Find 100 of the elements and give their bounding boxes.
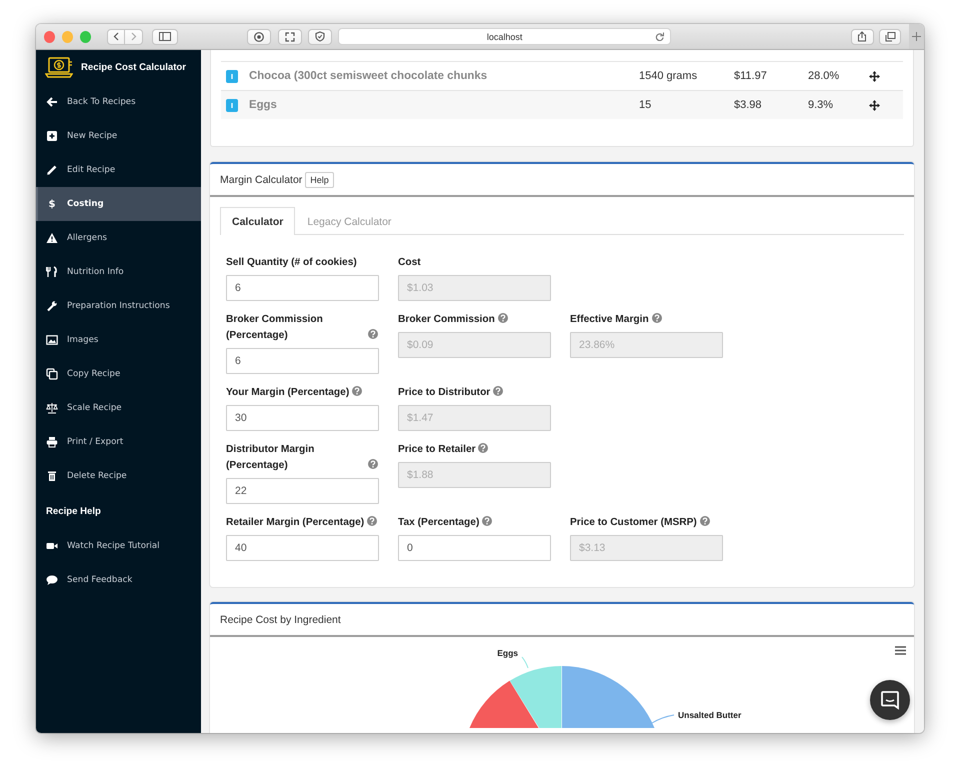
panel-title: Recipe Cost by Ingredient: [220, 614, 341, 626]
print-icon: [46, 436, 58, 448]
quantity-cell-text: 1540 grams: [639, 70, 698, 82]
wrench-icon: [46, 300, 58, 312]
sidebar-item[interactable]: Watch Recipe Tutorial: [36, 529, 201, 563]
leader-line: [522, 656, 528, 668]
help-icon[interactable]: [478, 443, 488, 453]
ingredient-icon[interactable]: [226, 98, 238, 112]
field-label: Broker Commission: [398, 313, 495, 327]
tab[interactable]: Calculator: [220, 207, 296, 235]
help-icon[interactable]: [493, 386, 504, 396]
field-label: Tax (Percentage): [398, 516, 480, 530]
pencil-icon: [46, 164, 58, 176]
share-button[interactable]: [851, 28, 874, 44]
sidebar-item[interactable]: Back To Recipes: [36, 85, 201, 119]
cost-cell-text: $11.97: [734, 70, 768, 82]
warning-icon: [46, 232, 58, 244]
fullscreen-button[interactable]: [278, 28, 302, 44]
sidebar-item[interactable]: Send Feedback: [36, 563, 201, 597]
move-icon[interactable]: [869, 70, 880, 82]
percent-cell-text: 28.0%: [808, 70, 840, 82]
field-label: Price to Distributor: [398, 386, 490, 400]
sidebar-item[interactable]: Images: [36, 323, 201, 357]
ingredient-icon[interactable]: [226, 70, 238, 82]
help-icon[interactable]: [498, 313, 508, 323]
trash-icon: [46, 470, 58, 482]
sidebar-item[interactable]: Preparation Instructions: [36, 289, 201, 323]
help-icon[interactable]: [368, 329, 378, 339]
input-field[interactable]: 40: [226, 535, 379, 561]
circle-icon: [254, 32, 264, 42]
help-icon[interactable]: [700, 516, 710, 526]
shield-icon: [315, 31, 326, 42]
help-icon[interactable]: [482, 516, 492, 526]
arrow-icon: [46, 96, 58, 108]
field-label: Your Margin (Percentage): [226, 386, 350, 400]
reload-icon[interactable]: [655, 32, 664, 41]
field-label: Retailer Margin (Percentage): [226, 516, 364, 530]
app-title: Recipe Cost Calculator: [81, 62, 186, 73]
chevron-right-icon: [130, 32, 137, 41]
slice-label: Unsalted Butter: [678, 710, 742, 720]
field-label: Price to Retailer: [398, 443, 476, 457]
shield-button[interactable]: [308, 28, 332, 44]
panel-title: Margin Calculator: [220, 174, 302, 186]
help-icon[interactable]: [352, 386, 362, 396]
help-icon[interactable]: [368, 459, 378, 469]
field-label: Sell Quantity (# of cookies): [226, 256, 357, 270]
input-field[interactable]: 0: [398, 535, 551, 561]
field-label: Effective Margin: [570, 313, 649, 327]
slice-label: Eggs: [497, 648, 518, 658]
ingredient-name: Eggs: [249, 99, 278, 111]
sidebar-item[interactable]: Edit Recipe: [36, 153, 201, 187]
sidebar-item[interactable]: Delete Recipe: [36, 459, 201, 493]
help-icon[interactable]: [366, 516, 377, 526]
sidebar-toggle-button[interactable]: [152, 28, 178, 44]
scale-icon: [46, 402, 58, 414]
leader-line: [652, 714, 674, 724]
sidebar-item[interactable]: Scale Recipe: [36, 391, 201, 425]
move-icon[interactable]: [869, 100, 880, 110]
chat-bubble-icon: [880, 690, 900, 710]
field-label: Broker Commission (Percentage): [226, 313, 324, 343]
field-label: Cost: [398, 256, 421, 270]
cost-cell-text: $3.98: [734, 99, 763, 111]
sidebar-item[interactable]: Nutrition Info: [36, 255, 201, 289]
sidebar-item[interactable]: New Recipe: [36, 119, 201, 153]
comment-icon: [46, 574, 58, 586]
new-tab-button[interactable]: [909, 24, 924, 49]
section-heading: Recipe Help: [46, 506, 101, 516]
privacy-button[interactable]: [247, 28, 272, 44]
tabs-icon: [884, 32, 896, 42]
input-field[interactable]: 6: [226, 275, 379, 301]
plus-icon: [912, 32, 922, 41]
copy-icon: [46, 368, 58, 380]
sidebar-item[interactable]: $ Costing: [36, 187, 201, 221]
tabs-button[interactable]: [879, 28, 902, 44]
back-button[interactable]: [107, 28, 126, 44]
image-icon: [46, 334, 58, 346]
video-icon: [46, 540, 58, 552]
help-button[interactable]: Help: [305, 172, 334, 188]
laptop-dollar-icon: [45, 56, 73, 78]
zoom-button[interactable]: [80, 30, 92, 42]
menu-button[interactable]: [895, 646, 906, 655]
chevron-left-icon: [113, 32, 120, 41]
sidebar-item[interactable]: Copy Recipe: [36, 357, 201, 391]
sidebar-item[interactable]: Allergens: [36, 221, 201, 255]
plus-icon: [46, 130, 58, 142]
sidebar-item[interactable]: Print / Export: [36, 425, 201, 459]
percent-cell-text: 9.3%: [808, 99, 834, 111]
input-field[interactable]: 30: [226, 405, 379, 431]
field-label: Distributor Margin (Percentage): [226, 443, 316, 473]
field-label: Price to Customer (MSRP): [570, 516, 697, 530]
quantity-cell-text: 15: [639, 99, 652, 111]
close-button[interactable]: [44, 30, 56, 42]
expand-icon: [284, 32, 295, 42]
input-field[interactable]: 22: [226, 478, 379, 504]
cutlery-icon: [46, 266, 58, 278]
address-field[interactable]: localhost: [338, 28, 672, 45]
help-icon[interactable]: [652, 313, 662, 323]
dollar-icon: $: [46, 198, 58, 210]
ingredient-name: Chocoa (300ct semisweet chocolate chunks: [249, 70, 488, 82]
input-field[interactable]: 6: [226, 348, 379, 374]
